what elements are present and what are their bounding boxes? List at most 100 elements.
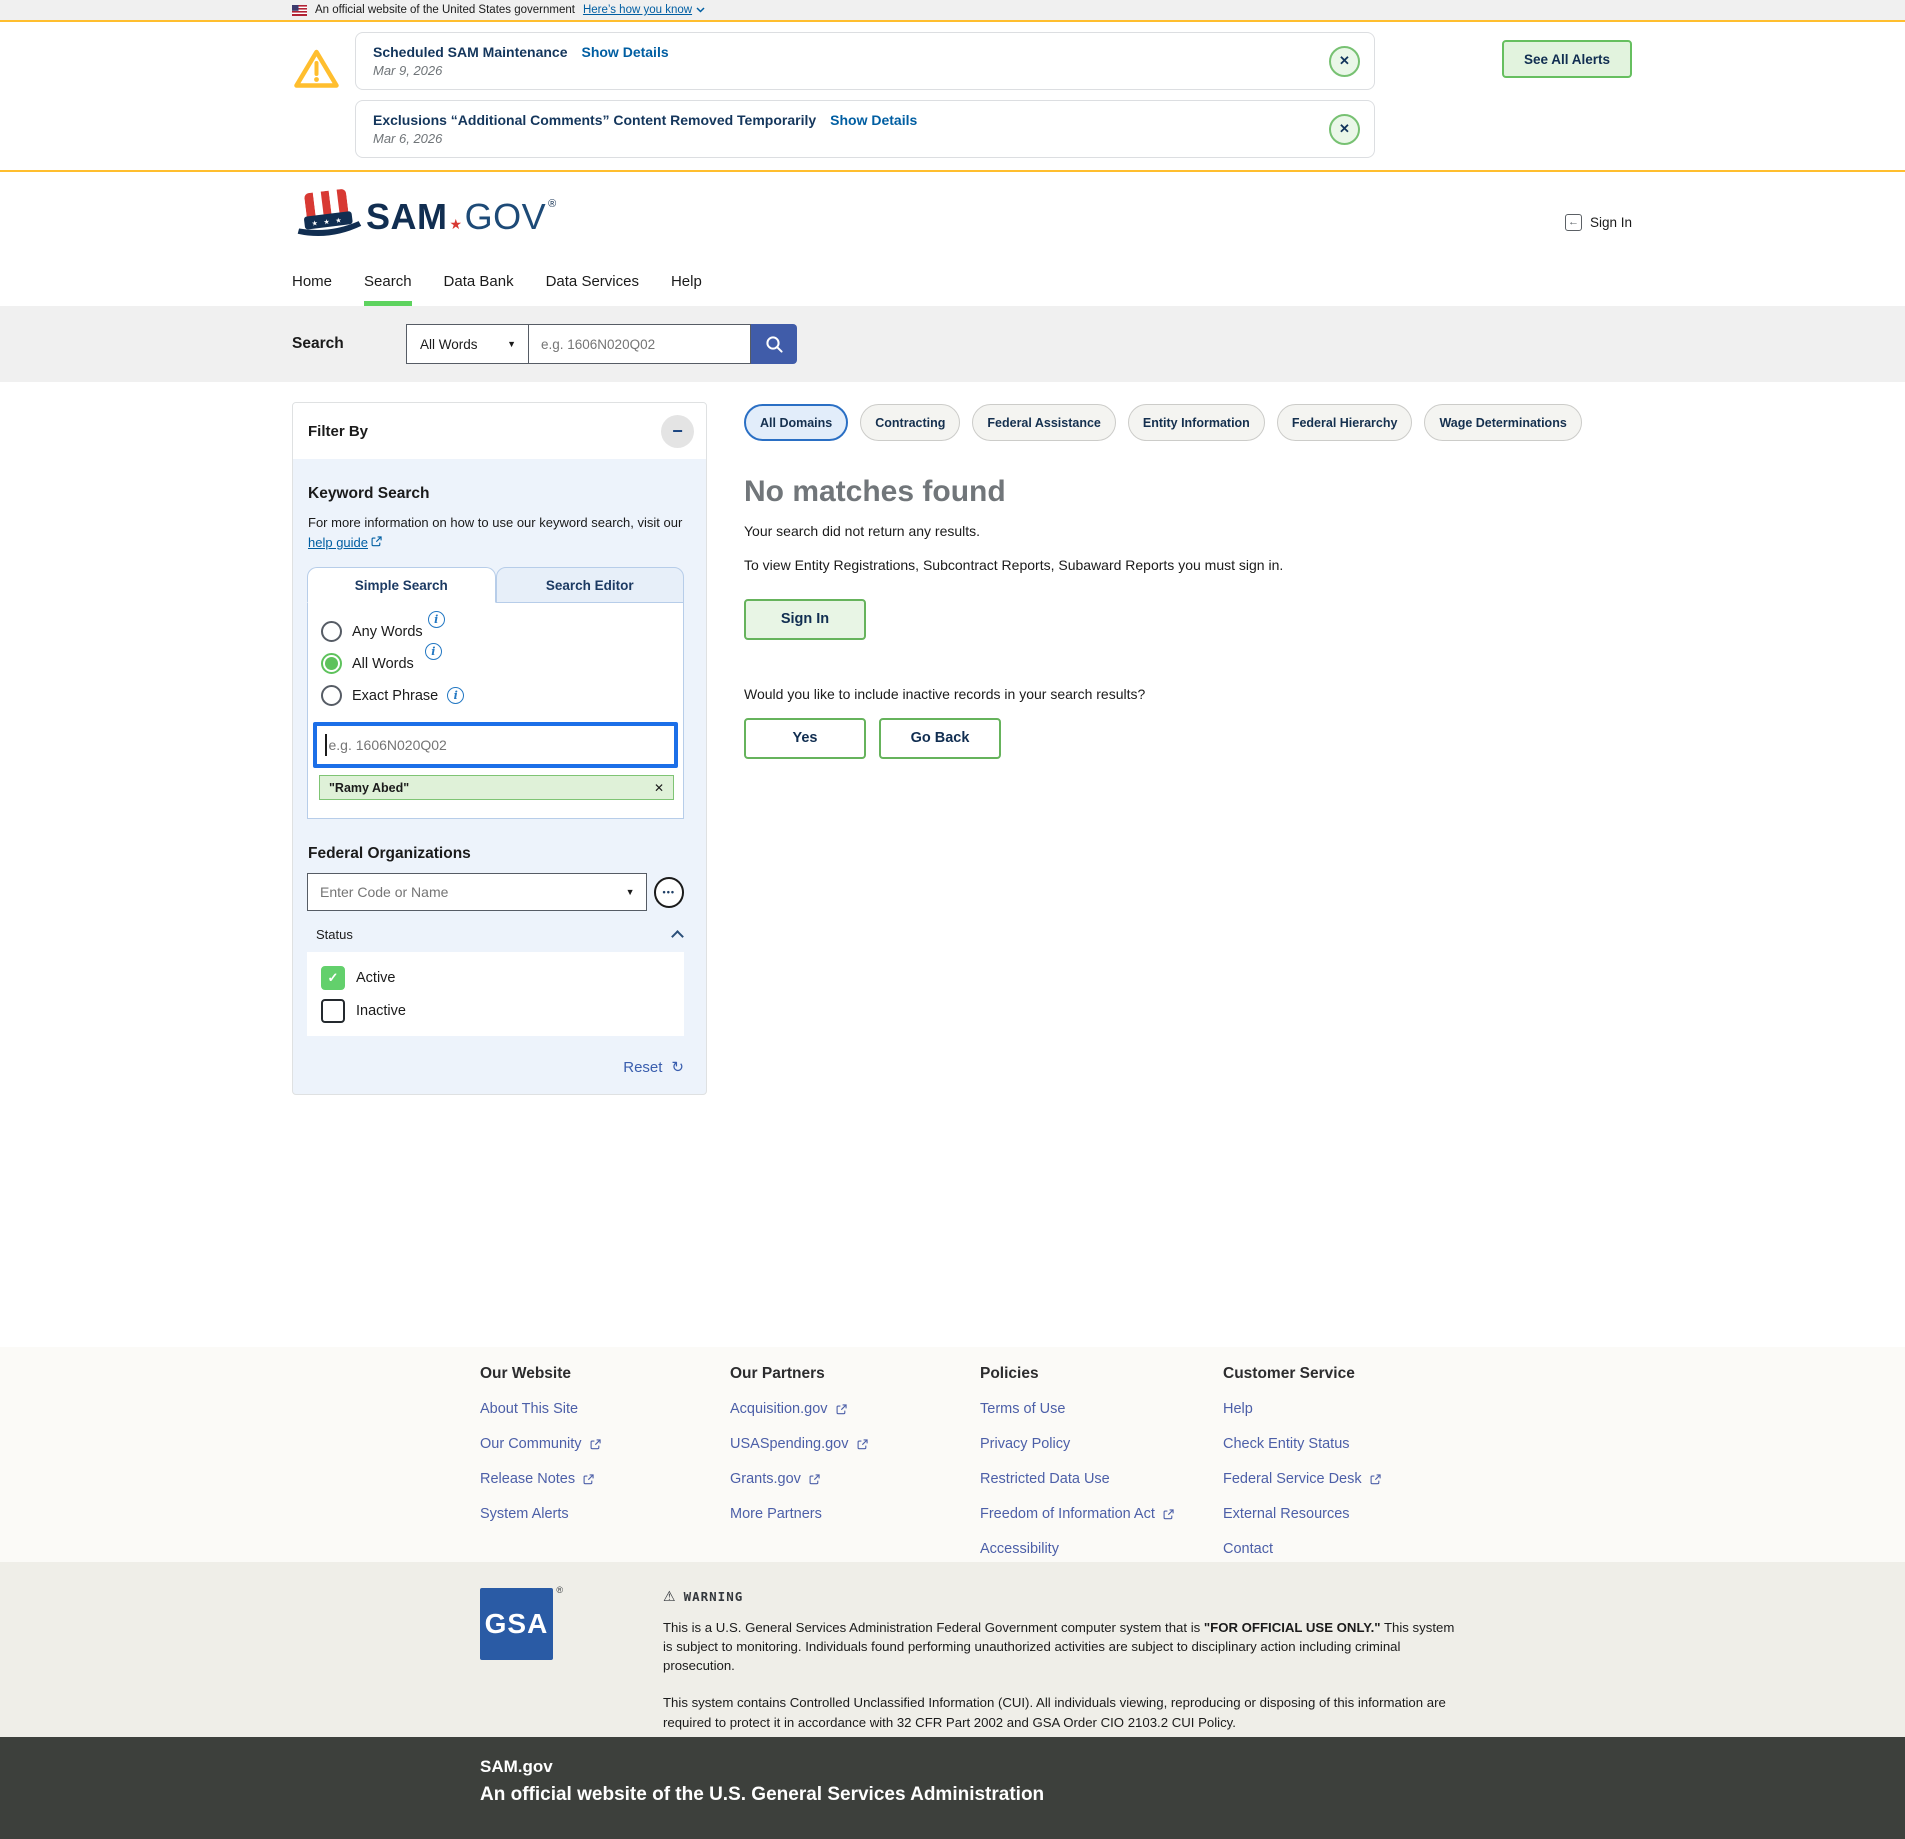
status-option[interactable]: ✓ Active: [321, 966, 670, 991]
domain-pill[interactable]: All Domains: [744, 404, 849, 441]
footer-site-name: SAM.gov: [480, 1757, 553, 1776]
domain-pill[interactable]: Entity Information: [1127, 404, 1265, 441]
federal-organizations-row: Enter Code or Name ▼ •••: [307, 873, 684, 912]
see-all-alerts-button[interactable]: See All Alerts: [1502, 40, 1632, 78]
sam-gov-logo[interactable]: ★ ★ ★ SAM ★ GOV ®: [292, 188, 557, 246]
chip-remove-button[interactable]: ✕: [654, 781, 664, 795]
warning-paragraph-1: This is a U.S. General Services Administ…: [663, 1618, 1463, 1675]
external-link-icon: [836, 1403, 847, 1414]
radio-button[interactable]: [321, 685, 342, 707]
keyword-match-option[interactable]: All Words i: [321, 643, 678, 675]
footer-link[interactable]: External Resources: [1223, 1506, 1523, 1522]
checkbox[interactable]: ✓: [321, 966, 345, 991]
alert-show-details-link[interactable]: Show Details: [830, 112, 917, 128]
footer-column-heading: Our Website: [480, 1365, 572, 1382]
status-section-header[interactable]: Status: [316, 927, 684, 944]
alert-content: Scheduled SAM Maintenance Show Details M…: [373, 44, 669, 78]
keyword-search-input[interactable]: e.g. 1606N020Q02: [313, 722, 678, 769]
checkbox[interactable]: ✓: [321, 999, 345, 1024]
text-caret: [325, 734, 327, 757]
domain-pill[interactable]: Wage Determinations: [1424, 404, 1582, 441]
radio-label: Any Words: [352, 623, 423, 640]
header-sign-in-link[interactable]: ← Sign In: [1564, 213, 1632, 231]
reset-filters-link[interactable]: Reset: [623, 1059, 662, 1076]
radio-button[interactable]: [321, 621, 342, 643]
svg-text:★: ★: [335, 216, 342, 225]
external-link-icon: [1163, 1508, 1174, 1519]
footer-link[interactable]: Our Community: [480, 1436, 730, 1452]
nav-item[interactable]: Data Bank: [444, 260, 514, 306]
info-icon[interactable]: i: [424, 643, 442, 661]
footer-link[interactable]: Help: [1223, 1401, 1523, 1417]
footer-link-label: About This Site: [480, 1401, 579, 1417]
go-back-button[interactable]: Go Back: [879, 717, 1001, 759]
footer-link-label: Help: [1223, 1401, 1253, 1417]
help-guide-link[interactable]: help guide: [308, 535, 382, 550]
domain-pill[interactable]: Contracting: [860, 404, 961, 441]
footer-column-heading: Customer Service: [1223, 1365, 1355, 1382]
close-icon: ✕: [653, 780, 664, 795]
footer-link[interactable]: Restricted Data Use: [980, 1471, 1223, 1487]
nav-item[interactable]: Data Services: [546, 260, 639, 306]
logo-star-icon: ★: [449, 216, 463, 232]
footer-link[interactable]: Contact: [1223, 1541, 1523, 1557]
nav-item-label: Home: [292, 273, 333, 290]
footer-link[interactable]: Accessibility: [980, 1541, 1223, 1557]
alert-close-button[interactable]: ✕: [1329, 45, 1360, 77]
footer-links: Help Check Entity Status Federal Service…: [1223, 1401, 1523, 1557]
collapse-filters-button[interactable]: −: [661, 414, 694, 448]
footer-link-label: Our Community: [480, 1436, 582, 1452]
alert-warning-icon: [294, 49, 339, 88]
domain-pill[interactable]: Federal Hierarchy: [1276, 404, 1413, 441]
keyword-tab[interactable]: Search Editor: [495, 567, 684, 604]
checkbox-label: Active: [356, 970, 396, 987]
filter-by-title: Filter By: [308, 422, 369, 440]
domain-pill[interactable]: Federal Assistance: [972, 404, 1116, 441]
info-icon[interactable]: i: [427, 611, 445, 629]
federal-organizations-heading: Federal Organizations: [308, 845, 471, 863]
footer-link[interactable]: Federal Service Desk: [1223, 1471, 1523, 1487]
external-link-icon: [857, 1438, 868, 1449]
radio-label: All Words: [352, 655, 414, 672]
keyword-match-option[interactable]: Exact Phrase i: [321, 685, 678, 707]
status-option[interactable]: ✓ Inactive: [321, 999, 670, 1024]
filter-panel: Filter By − Keyword Search For more info…: [292, 402, 707, 1096]
footer-link[interactable]: Check Entity Status: [1223, 1436, 1523, 1452]
footer-link[interactable]: System Alerts: [480, 1506, 730, 1522]
footer-link[interactable]: USASpending.gov: [730, 1436, 980, 1452]
search-scope-select[interactable]: All Words ▼: [406, 324, 529, 364]
alert-show-details-link[interactable]: Show Details: [581, 44, 668, 60]
yes-button[interactable]: Yes: [744, 717, 866, 759]
warning-p1-text: This is a U.S. General Services Administ…: [663, 1620, 1204, 1635]
search-submit-button[interactable]: [751, 324, 797, 364]
alert-close-button[interactable]: ✕: [1329, 113, 1360, 145]
nav-item[interactable]: Search: [364, 260, 412, 306]
how-you-know-link[interactable]: Here’s how you know: [583, 4, 705, 16]
footer-link[interactable]: Release Notes: [480, 1471, 730, 1487]
footer-link[interactable]: Terms of Use: [980, 1401, 1223, 1417]
footer-link[interactable]: Freedom of Information Act: [980, 1506, 1223, 1522]
footer-column-heading: Our Partners: [730, 1365, 825, 1382]
nav-item[interactable]: Help: [671, 260, 702, 306]
footer-column-heading: Policies: [980, 1365, 1039, 1382]
footer-link-label: Acquisition.gov: [730, 1401, 828, 1417]
footer-link[interactable]: Privacy Policy: [980, 1436, 1223, 1452]
global-search-input[interactable]: [529, 324, 751, 364]
nav-item[interactable]: Home: [292, 260, 332, 306]
federal-organizations-combobox[interactable]: Enter Code or Name ▼: [307, 873, 647, 912]
info-icon[interactable]: i: [447, 687, 465, 705]
keyword-match-option[interactable]: Any Words i: [321, 611, 678, 643]
sign-in-button[interactable]: Sign In: [744, 598, 866, 640]
org-more-options-button[interactable]: •••: [653, 876, 684, 908]
ellipsis-icon: •••: [662, 887, 675, 898]
keyword-tab[interactable]: Simple Search: [307, 567, 496, 604]
footer-identifier: SAM.gov An official website of the U.S. …: [0, 1737, 1905, 1839]
footer-link[interactable]: About This Site: [480, 1401, 730, 1417]
footer-link[interactable]: Acquisition.gov: [730, 1401, 980, 1417]
footer-link[interactable]: Grants.gov: [730, 1471, 980, 1487]
org-combobox-placeholder: Enter Code or Name: [320, 884, 449, 901]
radio-button[interactable]: [321, 653, 342, 675]
footer-link[interactable]: More Partners: [730, 1506, 980, 1522]
sign-in-label: Sign In: [1589, 214, 1632, 230]
alerts-section: Scheduled SAM Maintenance Show Details M…: [0, 22, 1905, 172]
